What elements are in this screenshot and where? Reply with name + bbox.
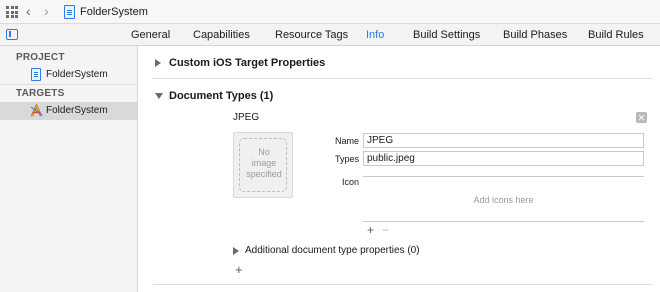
types-field[interactable]: public.jpeg	[363, 151, 644, 166]
placeholder-text-line: specified	[246, 169, 282, 179]
section-divider	[153, 284, 653, 285]
tab-build-phases[interactable]: Build Phases	[503, 29, 567, 41]
tab-build-rules[interactable]: Build Rules	[588, 29, 644, 41]
back-chevron-icon[interactable]: ‹	[26, 3, 31, 19]
tab-capabilities[interactable]: Capabilities	[193, 29, 250, 41]
sidebar-item-label: FolderSystem	[46, 105, 108, 116]
document-types-header[interactable]: Document Types (1)	[169, 90, 273, 102]
remove-document-type-icon[interactable]	[636, 112, 647, 123]
custom-ios-target-properties-header[interactable]: Custom iOS Target Properties	[169, 57, 325, 69]
info-editor: Custom iOS Target Properties Document Ty…	[139, 46, 660, 292]
disclosure-collapsed-icon[interactable]	[155, 59, 161, 67]
types-field-label: Types	[334, 154, 359, 164]
tab-build-settings[interactable]: Build Settings	[413, 29, 480, 41]
editor-tab-bar: General Capabilities Resource Tags Info …	[0, 24, 660, 46]
name-field[interactable]: JPEG	[363, 133, 644, 148]
sidebar-item-project[interactable]: FolderSystem	[0, 66, 137, 84]
add-document-type-plus-icon[interactable]: +	[235, 262, 243, 277]
tab-resource-tags[interactable]: Resource Tags	[275, 29, 348, 41]
targets-section-header: TARGETS	[16, 88, 65, 99]
icon-add-remove-controls: + −	[367, 223, 389, 237]
placeholder-text-line: No	[258, 147, 270, 157]
breadcrumb-project[interactable]: FolderSystem	[80, 6, 148, 18]
forward-chevron-icon[interactable]: ›	[44, 3, 49, 19]
project-file-icon	[31, 68, 41, 81]
tab-general[interactable]: General	[131, 29, 170, 41]
tab-info[interactable]: Info	[366, 29, 384, 41]
sidebar-divider	[0, 84, 137, 85]
disclosure-collapsed-icon[interactable]	[233, 247, 239, 255]
document-image-well[interactable]: No image specified	[233, 132, 293, 198]
sidebar-toggle-icon[interactable]	[6, 29, 18, 40]
placeholder-text-line: image	[251, 158, 277, 168]
add-icon-plus-icon[interactable]: +	[367, 223, 374, 237]
remove-icon-minus-icon[interactable]: −	[382, 223, 389, 237]
document-type-title: JPEG	[233, 112, 260, 123]
icon-field-label: Icon	[341, 177, 359, 187]
add-icons-hint: Add icons here	[473, 195, 534, 205]
icon-drop-well[interactable]: Add icons here	[363, 176, 644, 222]
image-placeholder: No image specified	[239, 138, 287, 192]
path-bar: ‹ › FolderSystem	[0, 0, 660, 24]
disclosure-expanded-icon[interactable]	[155, 93, 163, 99]
project-file-icon	[64, 5, 75, 19]
section-divider	[153, 78, 653, 79]
project-section-header: PROJECT	[16, 52, 65, 63]
app-target-icon	[30, 103, 43, 117]
name-field-label: Name	[334, 136, 359, 146]
additional-document-type-properties[interactable]: Additional document type properties (0)	[245, 245, 420, 256]
project-targets-sidebar: PROJECT FolderSystem TARGETS FolderSyste…	[0, 46, 138, 292]
sidebar-item-label: FolderSystem	[46, 69, 108, 80]
sidebar-item-target[interactable]: FolderSystem	[0, 102, 137, 120]
related-items-grid-icon[interactable]	[6, 6, 18, 18]
